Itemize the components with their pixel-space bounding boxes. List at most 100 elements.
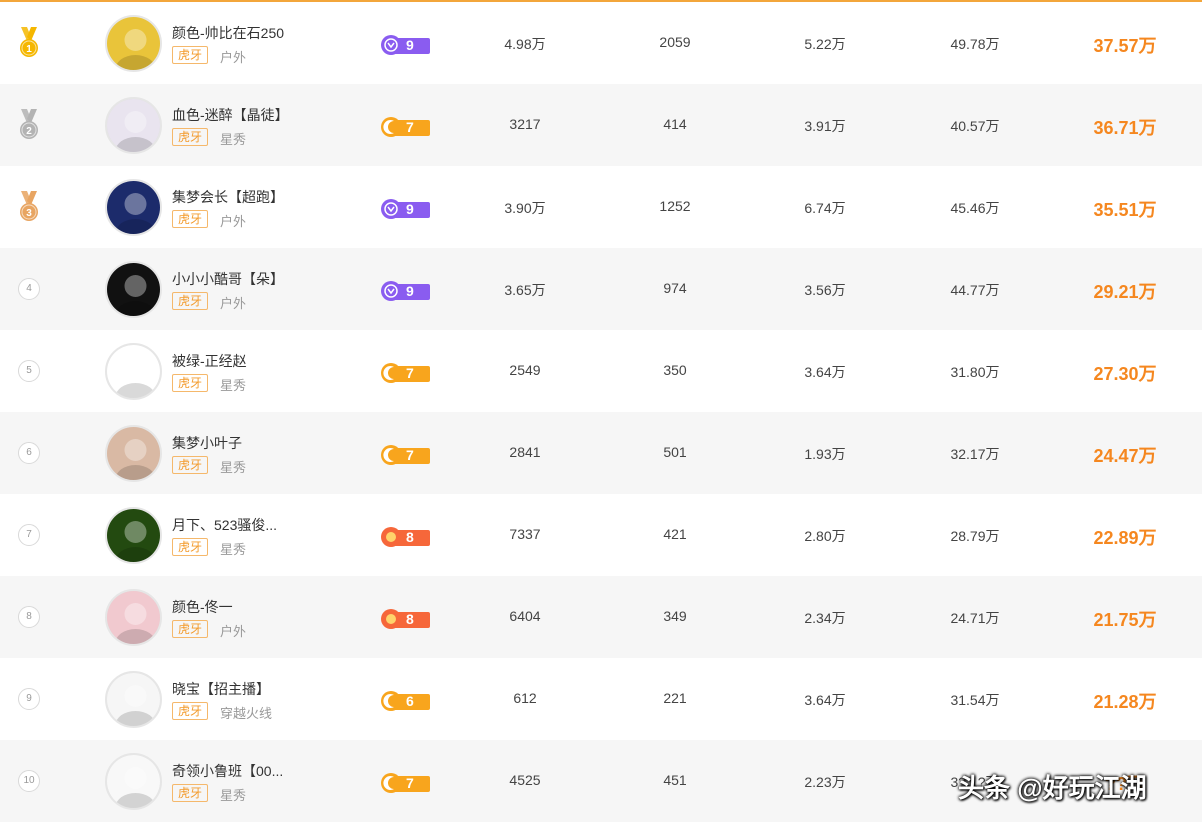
level-icon	[381, 363, 401, 383]
level-icon	[381, 527, 401, 547]
level-icon	[381, 691, 401, 711]
level-badge: 8	[380, 526, 430, 548]
stat-2: 2059	[659, 34, 691, 50]
stat-4: 40.57万	[950, 118, 1000, 134]
svg-text:3: 3	[26, 208, 32, 219]
category-label: 星秀	[220, 542, 247, 557]
total-value: 35.51万	[1093, 200, 1157, 220]
svg-text:2: 2	[26, 126, 32, 137]
anchor-name[interactable]: 颜色-帅比在石250	[172, 23, 284, 43]
stat-4: 28.79万	[950, 528, 1000, 544]
category-label: 星秀	[220, 788, 247, 803]
stat-3: 3.56万	[804, 282, 846, 298]
platform-tag: 虎牙	[172, 46, 209, 64]
stat-3: 5.22万	[804, 36, 846, 52]
level-badge: 7	[380, 116, 430, 138]
rank-number: 5	[18, 360, 40, 382]
level-number: 6	[406, 693, 414, 709]
platform-tag: 虎牙	[172, 620, 209, 638]
level-number: 9	[406, 37, 414, 53]
avatar[interactable]	[105, 343, 162, 400]
total-value: 27.30万	[1093, 364, 1157, 384]
avatar[interactable]	[105, 261, 162, 318]
table-row[interactable]: 8 颜色-佟一 虎牙 户外 8 6404 349 2.34万 24.71万 21…	[0, 576, 1202, 658]
avatar[interactable]	[105, 97, 162, 154]
platform-tag: 虎牙	[172, 702, 209, 720]
table-row[interactable]: 7 月下、523骚俊... 虎牙 星秀 8 7337 421 2.80万 28.…	[0, 494, 1202, 576]
total-value: 21.28万	[1093, 692, 1157, 712]
stat-1: 2549	[509, 362, 541, 378]
stat-4: 24.71万	[950, 610, 1000, 626]
avatar[interactable]	[105, 425, 162, 482]
avatar[interactable]	[105, 671, 162, 728]
stat-3: 6.74万	[804, 200, 846, 216]
anchor-name[interactable]: 晓宝【招主播】	[172, 679, 270, 699]
rank-number: 4	[18, 278, 40, 300]
category-label: 户外	[220, 50, 247, 65]
stat-4: 31.54万	[950, 692, 1000, 708]
anchor-name[interactable]: 月下、523骚俊...	[172, 515, 277, 535]
total-value: 24.47万	[1093, 446, 1157, 466]
avatar[interactable]	[105, 507, 162, 564]
table-row[interactable]: 5 被绿-正经赵 虎牙 星秀 7 2549 350 3.64万 31.80万 2…	[0, 330, 1202, 412]
stat-4: 44.77万	[950, 282, 1000, 298]
stat-3: 2.80万	[804, 528, 846, 544]
table-row[interactable]: 9 晓宝【招主播】 虎牙 穿越火线 6 612 221 3.64万 31.54万…	[0, 658, 1202, 740]
level-number: 7	[406, 119, 414, 135]
level-number: 7	[406, 365, 414, 381]
table-row[interactable]: 4 小小小酷哥【朵】 虎牙 户外 9 3.65万 974 3.56万 44.77…	[0, 248, 1202, 330]
rank-number: 10	[18, 770, 40, 792]
category-label: 星秀	[220, 460, 247, 475]
medal-icon: 2	[20, 109, 38, 139]
total-value: 22.89万	[1093, 528, 1157, 548]
medal-icon: 3	[20, 191, 38, 221]
stat-2: 451	[663, 772, 687, 788]
platform-tag: 虎牙	[172, 292, 209, 310]
platform-tag: 虎牙	[172, 374, 209, 392]
stat-1: 3.90万	[504, 200, 546, 216]
avatar[interactable]	[105, 179, 162, 236]
stat-2: 1252	[659, 198, 691, 214]
category-label: 穿越火线	[220, 706, 273, 721]
level-number: 8	[406, 611, 414, 627]
level-badge: 9	[380, 34, 430, 56]
anchor-name[interactable]: 血色-迷醉【晶徒】	[172, 105, 289, 125]
level-icon	[381, 773, 401, 793]
anchor-name[interactable]: 集梦会长【超跑】	[172, 187, 284, 207]
category-label: 星秀	[220, 378, 247, 393]
level-icon	[381, 445, 401, 465]
level-icon	[381, 35, 401, 55]
anchor-name[interactable]: 颜色-佟一	[172, 597, 233, 617]
anchor-name[interactable]: 被绿-正经赵	[172, 351, 247, 371]
rank-number: 9	[18, 688, 40, 710]
platform-tag: 虎牙	[172, 784, 209, 802]
medal-icon: 1	[20, 27, 38, 57]
table-row[interactable]: 1 颜色-帅比在石250 虎牙 户外 9 4.98万 2059 5.22万 49…	[0, 2, 1202, 84]
table-row[interactable]: 2 血色-迷醉【晶徒】 虎牙 星秀 7 3217 414 3.91万 40.57…	[0, 84, 1202, 166]
stat-2: 501	[663, 444, 687, 460]
avatar[interactable]	[105, 589, 162, 646]
avatar[interactable]	[105, 15, 162, 72]
table-row[interactable]: 6 集梦小叶子 虎牙 星秀 7 2841 501 1.93万 32.17万 24…	[0, 412, 1202, 494]
stat-2: 349	[663, 608, 687, 624]
anchor-name[interactable]: 奇领小鲁班【00...	[172, 761, 283, 781]
anchor-name[interactable]: 集梦小叶子	[172, 433, 242, 453]
level-icon	[381, 199, 401, 219]
total-value: 37.57万	[1093, 36, 1157, 56]
level-badge: 7	[380, 772, 430, 794]
svg-text:1: 1	[26, 44, 32, 55]
stat-3: 3.64万	[804, 364, 846, 380]
platform-tag: 虎牙	[172, 210, 209, 228]
table-row[interactable]: 3 集梦会长【超跑】 虎牙 户外 9 3.90万 1252 6.74万 45.4…	[0, 166, 1202, 248]
watermark: 头条 @好玩江湖	[958, 773, 1147, 803]
stat-4: 45.46万	[950, 200, 1000, 216]
category-label: 户外	[220, 296, 247, 311]
stat-3: 3.64万	[804, 692, 846, 708]
avatar[interactable]	[105, 753, 162, 810]
stat-4: 32.17万	[950, 446, 1000, 462]
stat-4: 31.80万	[950, 364, 1000, 380]
stat-2: 350	[663, 362, 687, 378]
rank-number: 8	[18, 606, 40, 628]
category-label: 户外	[220, 214, 247, 229]
anchor-name[interactable]: 小小小酷哥【朵】	[172, 269, 284, 289]
